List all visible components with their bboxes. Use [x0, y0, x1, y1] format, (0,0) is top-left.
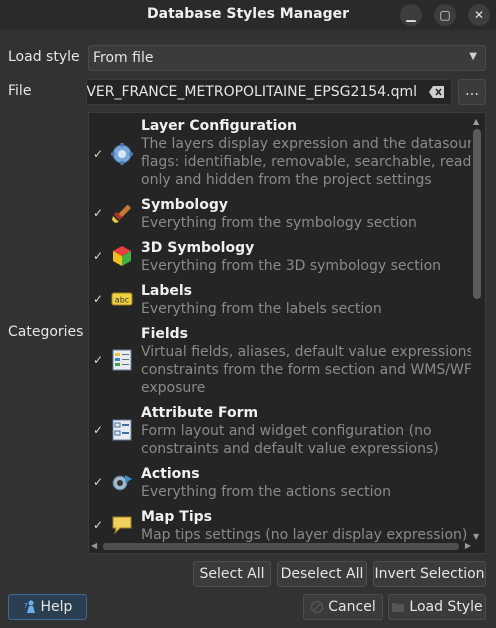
item-title: Labels — [141, 283, 193, 299]
item-description: Everything from the symbology section — [141, 215, 417, 231]
checkmark-icon[interactable]: ✓ — [93, 423, 103, 437]
vertical-scrollbar[interactable]: ▲ ▼ — [471, 117, 483, 541]
scroll-left-icon[interactable]: ◀ — [91, 541, 97, 550]
close-icon: ✕ — [473, 8, 485, 22]
svg-text:?: ? — [24, 602, 28, 610]
item-title: Map Tips — [141, 509, 212, 525]
checkmark-icon[interactable]: ✓ — [93, 206, 103, 220]
invert-selection-button[interactable]: Invert Selection — [373, 561, 486, 587]
help-person-icon: ? — [24, 600, 35, 613]
load-style-button[interactable]: Load Style — [388, 594, 486, 620]
list-item-fields[interactable]: ✓ Fields Virtual fields, aliases, defaul… — [89, 325, 471, 399]
item-description: Virtual fields, aliases, default value e… — [141, 344, 471, 396]
minimize-icon: ▁ — [406, 8, 416, 22]
load-style-select[interactable]: From file ▼ — [88, 45, 486, 71]
list-item-3d-symbology[interactable]: ✓ 3D Symbology Everything from the 3D sy… — [89, 239, 469, 277]
gear-icon — [111, 143, 133, 165]
cancel-icon — [311, 600, 324, 614]
item-title: Layer Configuration — [141, 118, 297, 134]
clear-text-icon[interactable] — [429, 85, 445, 99]
abc-label-icon: abc — [111, 292, 133, 306]
load-style-value: From file — [93, 50, 154, 66]
item-description: The layers display expression and the da… — [141, 136, 471, 188]
list-item-attribute-form[interactable]: ✓ Attribute Form Form layout and widget … — [89, 404, 469, 460]
chevron-down-icon: ▼ — [469, 51, 477, 62]
item-title: Fields — [141, 326, 189, 342]
vertical-scroll-thumb[interactable] — [473, 129, 481, 299]
item-description: Everything from the actions section — [141, 484, 391, 500]
list-item-labels[interactable]: ✓ abc Labels Everything from the labels … — [89, 282, 469, 320]
checkmark-icon[interactable]: ✓ — [93, 518, 103, 532]
scroll-right-icon[interactable]: ▶ — [465, 541, 471, 550]
load-folder-icon — [392, 603, 405, 612]
help-label: Help — [40, 599, 73, 615]
cancel-label: Cancel — [328, 599, 376, 615]
cube-icon — [113, 246, 131, 266]
item-title: Symbology — [141, 197, 229, 213]
checkmark-icon[interactable]: ✓ — [93, 353, 103, 367]
minimize-button[interactable]: ▁ — [400, 4, 422, 26]
item-description: Everything from the 3D symbology section — [141, 258, 442, 274]
load-style-label: Load Style — [409, 599, 483, 615]
checkmark-icon[interactable]: ✓ — [93, 475, 103, 489]
item-description: Everything from the labels section — [141, 301, 382, 317]
help-button[interactable]: ? Help — [8, 594, 87, 620]
select-all-button[interactable]: Select All — [193, 561, 271, 587]
paintbrush-icon — [112, 204, 131, 223]
item-title: Attribute Form — [141, 405, 259, 421]
scroll-down-icon[interactable]: ▼ — [473, 532, 479, 541]
speech-bubble-icon — [112, 516, 132, 535]
checkmark-icon[interactable]: ✓ — [93, 249, 103, 263]
file-label: File — [8, 83, 32, 99]
actions-gear-icon — [112, 475, 132, 491]
cancel-button[interactable]: Cancel — [303, 594, 383, 620]
categories-label: Categories — [8, 324, 84, 340]
maximize-button[interactable]: ▢ — [434, 4, 456, 26]
load-style-label: Load style — [8, 49, 80, 65]
close-button[interactable]: ✕ — [468, 4, 490, 26]
scroll-up-icon[interactable]: ▲ — [473, 117, 479, 126]
list-item-actions[interactable]: ✓ Actions Everything from the actions se… — [89, 465, 469, 503]
file-path-input[interactable]: OVER_FRANCE_METROPOLITAINE_EPSG2154.qml — [86, 79, 452, 105]
title-bar: Database Styles Manager ▁ ▢ ✕ — [0, 0, 496, 30]
list-item-symbology[interactable]: ✓ Symbology Everything from the symbolog… — [89, 196, 469, 234]
horizontal-scroll-thumb[interactable] — [103, 543, 459, 550]
browse-file-button[interactable]: … — [458, 79, 486, 105]
item-title: Actions — [141, 466, 200, 482]
categories-list[interactable]: ✓ Layer Configuration The layers display… — [88, 112, 486, 554]
fields-table-icon — [112, 349, 132, 371]
maximize-icon: ▢ — [439, 8, 451, 22]
checkmark-icon[interactable]: ✓ — [93, 292, 103, 306]
horizontal-scrollbar[interactable]: ◀ ▶ — [91, 541, 471, 551]
file-path-value: OVER_FRANCE_METROPOLITAINE_EPSG2154.qml — [86, 84, 417, 100]
deselect-all-button[interactable]: Deselect All — [277, 561, 367, 587]
item-description: Form layout and widget configuration (no… — [141, 423, 439, 457]
form-icon — [112, 419, 132, 441]
svg-text:abc: abc — [115, 296, 129, 305]
list-item-layer-configuration[interactable]: ✓ Layer Configuration The layers display… — [89, 117, 471, 191]
item-title: 3D Symbology — [141, 240, 255, 256]
checkmark-icon[interactable]: ✓ — [93, 147, 103, 161]
